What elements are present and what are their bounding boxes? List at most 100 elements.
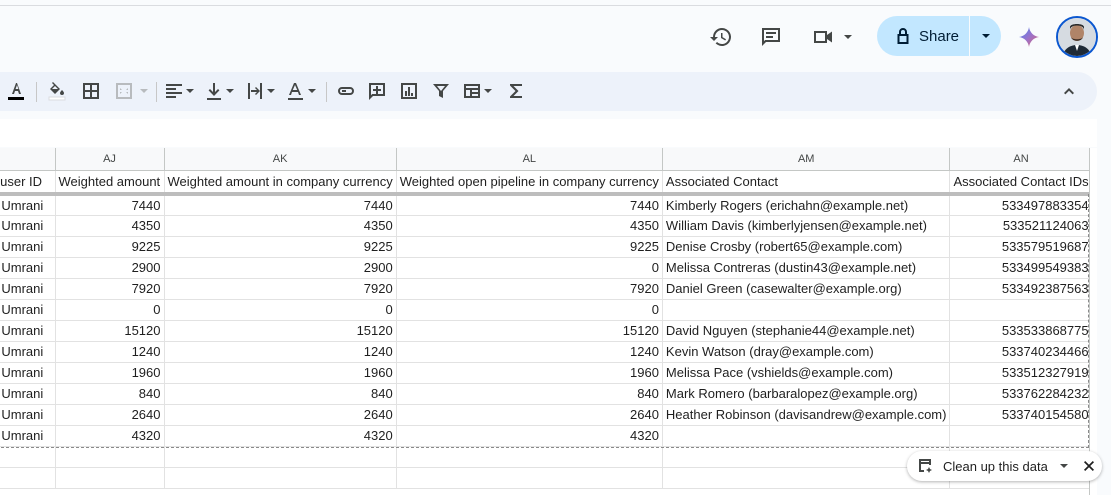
cell[interactable]: 840 (164, 383, 397, 405)
cell[interactable] (662, 299, 951, 321)
cell[interactable] (662, 425, 951, 447)
cell[interactable]: William Davis (kimberlyjensen@example.ne… (662, 215, 951, 237)
cell[interactable]: 4350 (164, 215, 397, 237)
version-history-icon[interactable] (706, 22, 736, 52)
cell[interactable] (55, 467, 165, 489)
insert-chart-icon[interactable] (398, 80, 420, 102)
column-header-am[interactable]: AM (662, 148, 951, 171)
chevron-down-icon[interactable] (1058, 460, 1070, 472)
close-icon[interactable] (1082, 459, 1096, 473)
text-color-icon[interactable] (4, 80, 28, 102)
cell[interactable]: 2900 (55, 257, 165, 279)
cell[interactable]: y user ID (0, 170, 56, 196)
cell[interactable]: 533512327919 (949, 362, 1093, 384)
horizontal-align-icon[interactable] (163, 80, 197, 102)
column-header-aj[interactable]: AJ (55, 148, 165, 171)
cell[interactable]: Melissa Contreras (dustin43@example.net) (662, 257, 951, 279)
share-button[interactable]: Share (877, 16, 1001, 56)
cell[interactable]: 7920 (55, 278, 165, 300)
cell[interactable]: Weighted amount (55, 170, 165, 196)
cell[interactable]: 9225 (55, 236, 165, 258)
cell[interactable]: 2900 (164, 257, 397, 279)
cell[interactable]: li Umrani (0, 362, 56, 384)
cell[interactable]: Weighted open pipeline in company curren… (396, 170, 663, 196)
cell[interactable] (949, 299, 1093, 321)
column-header-ak[interactable]: AK (164, 148, 397, 171)
cell[interactable]: 4320 (55, 425, 165, 447)
cell[interactable]: li Umrani (0, 299, 56, 321)
cell[interactable]: Associated Contact (662, 170, 951, 196)
cell[interactable]: 533579519687 (949, 236, 1093, 258)
column-header-al[interactable]: AL (396, 148, 663, 171)
cell[interactable]: 4350 (396, 215, 663, 237)
cell[interactable]: 840 (396, 383, 663, 405)
cell[interactable]: 1240 (396, 341, 663, 363)
merge-cells-icon[interactable] (113, 80, 153, 102)
functions-sigma-icon[interactable] (506, 80, 526, 102)
cell[interactable]: Kimberly Rogers (erichahn@example.net) (662, 194, 951, 216)
cell[interactable]: li Umrani (0, 341, 56, 363)
cell[interactable]: 1960 (396, 362, 663, 384)
cell[interactable]: 0 (396, 299, 663, 321)
clean-up-data-chip[interactable]: Clean up this data (907, 451, 1102, 481)
cell[interactable]: 533740154580 (949, 404, 1093, 426)
cell[interactable]: 0 (55, 299, 165, 321)
cell[interactable]: 15120 (55, 320, 165, 342)
cell[interactable]: 4350 (55, 215, 165, 237)
cell[interactable]: li Umrani (0, 425, 56, 447)
cell[interactable]: Heather Robinson (davisandrew@example.co… (662, 404, 951, 426)
cell[interactable]: 1240 (55, 341, 165, 363)
cell[interactable]: Weighted amount in company currency (164, 170, 397, 196)
cell[interactable]: li Umrani (0, 383, 56, 405)
cell[interactable]: Daniel Green (casewalter@example.org) (662, 278, 951, 300)
cell[interactable]: 533499549383 (949, 257, 1093, 279)
cell[interactable]: 533533868775 (949, 320, 1093, 342)
comments-icon[interactable] (756, 22, 786, 52)
cell[interactable]: Mark Romero (barbaralopez@example.org) (662, 383, 951, 405)
cell[interactable]: Denise Crosby (robert65@example.com) (662, 236, 951, 258)
fill-color-icon[interactable] (45, 80, 69, 102)
vertical-align-icon[interactable] (203, 80, 237, 102)
cell[interactable]: 533740234466 (949, 341, 1093, 363)
cell[interactable]: 7440 (55, 194, 165, 216)
cell[interactable]: li Umrani (0, 320, 56, 342)
cell[interactable]: 0 (396, 257, 663, 279)
collapse-toolbar-icon[interactable] (1058, 80, 1080, 102)
cell[interactable] (164, 467, 397, 489)
cell[interactable]: 9225 (396, 236, 663, 258)
insert-link-icon[interactable] (334, 80, 358, 102)
cell[interactable]: 4320 (396, 425, 663, 447)
cell[interactable]: li Umrani (0, 194, 56, 216)
cell[interactable]: 7920 (164, 278, 397, 300)
cell[interactable] (396, 446, 663, 468)
cell[interactable]: 15120 (396, 320, 663, 342)
cell[interactable]: 533521124063 (949, 215, 1093, 237)
cell[interactable]: 1960 (55, 362, 165, 384)
cell[interactable]: 533497883354 (949, 194, 1093, 216)
cell[interactable]: 2640 (164, 404, 397, 426)
cell[interactable]: 4320 (164, 425, 397, 447)
cell[interactable]: 1960 (164, 362, 397, 384)
filter-icon[interactable] (430, 80, 452, 102)
text-rotation-icon[interactable] (285, 80, 319, 102)
cell[interactable] (55, 446, 165, 468)
cell[interactable]: li Umrani (0, 215, 56, 237)
meet-call-button[interactable] (808, 22, 858, 52)
cell[interactable]: 2640 (396, 404, 663, 426)
filter-views-icon[interactable] (461, 80, 495, 102)
cell[interactable]: 7440 (396, 194, 663, 216)
cell[interactable]: 1240 (164, 341, 397, 363)
cell[interactable]: Melissa Pace (vshields@example.com) (662, 362, 951, 384)
cell[interactable] (949, 425, 1093, 447)
share-dropdown-button[interactable] (970, 16, 1001, 56)
cell[interactable]: 7440 (164, 194, 397, 216)
cell[interactable]: Kevin Watson (dray@example.com) (662, 341, 951, 363)
formula-bar[interactable] (0, 119, 1097, 147)
account-avatar[interactable] (1056, 16, 1098, 58)
cell[interactable]: 0 (164, 299, 397, 321)
cell[interactable]: 15120 (164, 320, 397, 342)
text-wrapping-icon[interactable] (244, 80, 278, 102)
cell[interactable] (0, 467, 56, 489)
cell[interactable] (0, 446, 56, 468)
insert-comment-icon[interactable] (366, 80, 388, 102)
